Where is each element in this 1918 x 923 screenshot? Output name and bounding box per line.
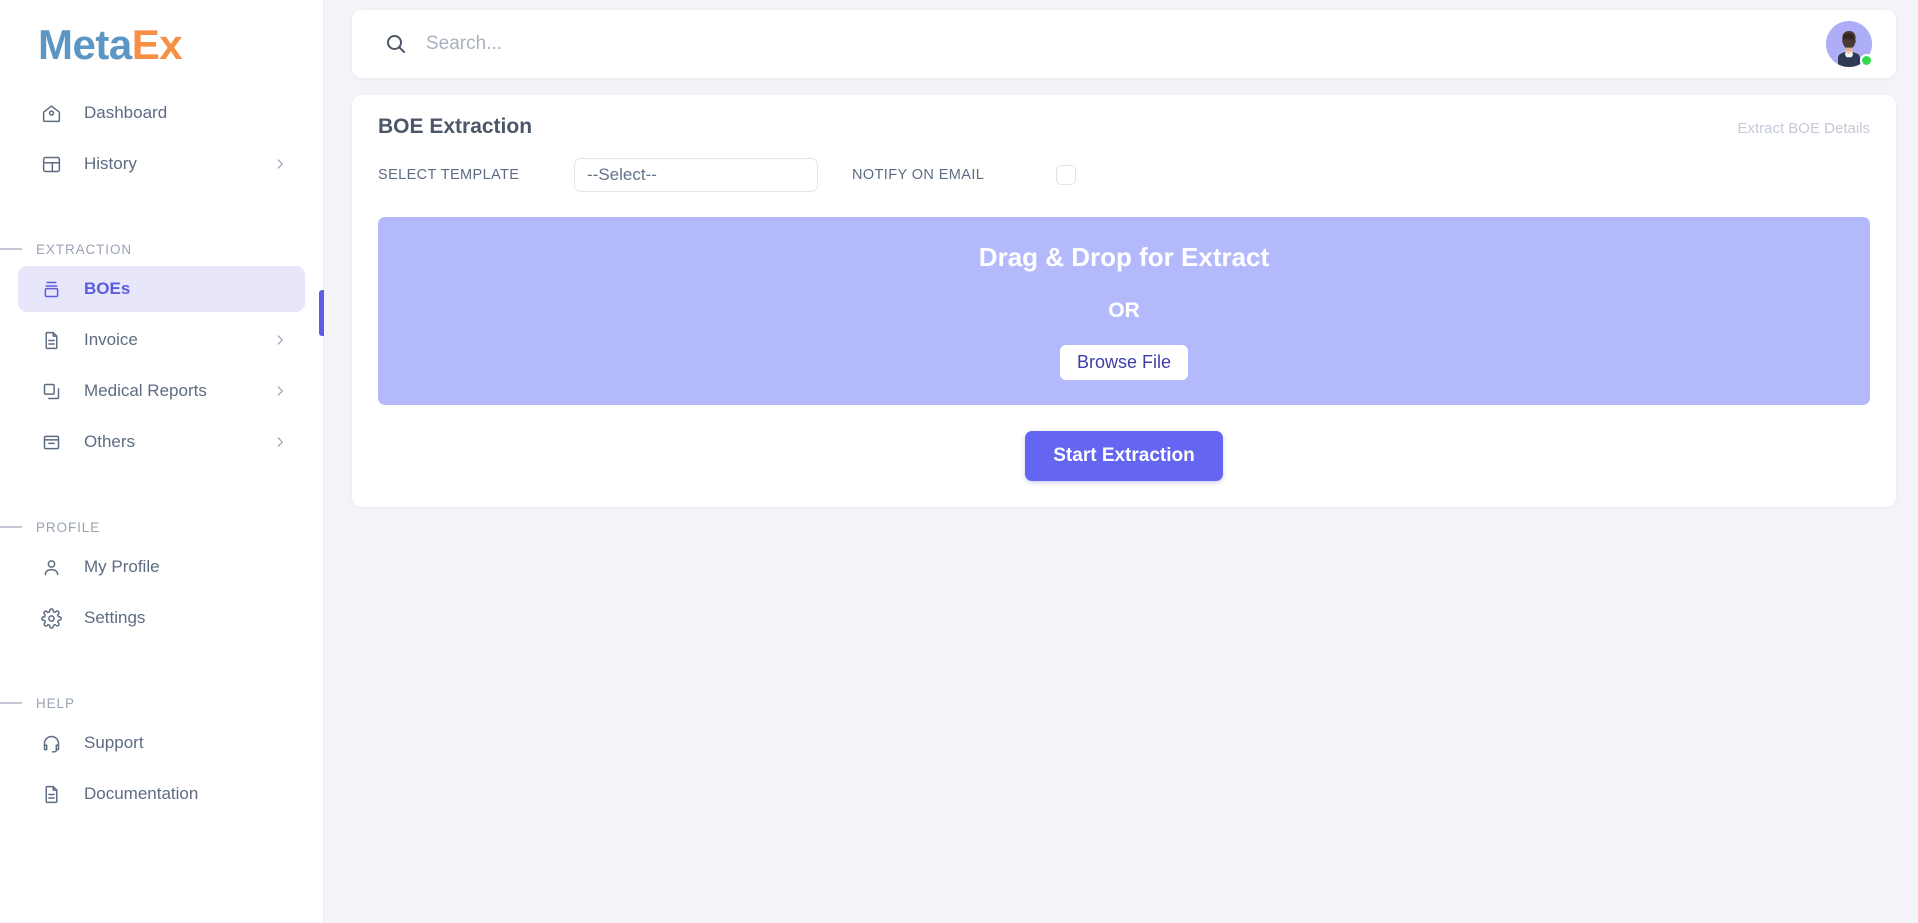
sidebar-section-profile: PROFILE [0,516,323,538]
archive-box-icon [40,278,62,300]
chevron-right-icon [273,435,287,449]
sidebar-section-extraction: EXTRACTION [0,238,323,260]
sidebar-item-label: Support [84,733,144,753]
document-text-icon [40,783,62,805]
sidebar-section-help: HELP [0,692,323,714]
sidebar-item-boes[interactable]: BOEs [18,266,305,313]
chevron-right-icon [273,333,287,347]
sidebar-nav-top: Dashboard History [0,90,323,187]
sidebar-item-label: My Profile [84,557,160,577]
cta-row: Start Extraction [378,431,1870,481]
search-input[interactable] [426,33,686,55]
section-title: HELP [36,695,75,711]
document-text-icon [40,329,62,351]
avatar[interactable] [1826,21,1873,67]
logo-text-primary: Meta [38,21,132,68]
sidebar-item-dashboard[interactable]: Dashboard [18,90,305,136]
sidebar-item-documentation[interactable]: Documentation [18,771,305,817]
logo-text-accent: Ex [131,21,183,68]
layout-icon [40,153,62,175]
sidebar-item-label: History [84,154,137,174]
active-item-indicator [319,290,324,336]
search-icon [384,32,408,56]
gear-icon [40,607,62,629]
sidebar-item-invoice[interactable]: Invoice [18,317,305,363]
section-divider [0,526,22,528]
sidebar-item-medical-reports[interactable]: Medical Reports [18,368,305,414]
chevron-right-icon [273,384,287,398]
sidebar-item-label: Invoice [84,330,138,350]
sidebar: MetaEx Dashboard History EXTRACTION BOEs… [0,0,324,923]
template-select[interactable]: --Select-- [574,158,818,192]
notify-on-email-checkbox[interactable] [1056,165,1077,185]
topbar [352,10,1896,78]
status-dot-online [1860,54,1873,67]
page-title: BOE Extraction [378,115,533,138]
section-divider [0,702,22,704]
main-content: BOE Extraction Extract BOE Details SELEC… [324,0,1918,923]
file-dropzone[interactable]: Drag & Drop for Extract OR Browse File [378,217,1870,405]
sidebar-item-my-profile[interactable]: My Profile [18,544,305,590]
section-title: PROFILE [36,519,101,535]
sidebar-item-label: Medical Reports [84,381,207,401]
card-header: BOE Extraction Extract BOE Details [378,115,1870,139]
template-select-value: --Select-- [587,165,657,184]
dropzone-title: Drag & Drop for Extract [978,242,1270,272]
app-root: MetaEx Dashboard History EXTRACTION BOEs… [0,0,1918,923]
app-logo[interactable]: MetaEx [0,0,323,68]
chevron-right-icon [273,157,287,171]
search-container[interactable] [384,32,1826,56]
archive-icon [40,431,62,453]
section-title: EXTRACTION [36,241,133,257]
sidebar-item-label: Dashboard [84,103,168,123]
browse-file-button[interactable]: Browse File [1059,345,1189,380]
copy-icon [40,380,62,402]
sidebar-item-label: Settings [84,608,146,628]
home-icon [40,102,62,124]
notify-on-email-label: NOTIFY ON EMAIL [852,167,985,183]
form-row: SELECT TEMPLATE --Select-- NOTIFY ON EMA… [378,158,1870,192]
sidebar-item-history[interactable]: History [18,141,305,187]
select-template-label: SELECT TEMPLATE [378,167,520,183]
section-divider [0,248,22,250]
boe-extraction-card: BOE Extraction Extract BOE Details SELEC… [352,95,1896,507]
sidebar-item-label: BOEs [84,279,131,299]
sidebar-item-settings[interactable]: Settings [18,595,305,641]
dropzone-or-text: OR [1108,299,1140,322]
sidebar-item-label: Others [84,432,136,452]
sidebar-item-label: Documentation [84,784,199,804]
sidebar-item-support[interactable]: Support [18,720,305,766]
sidebar-item-others[interactable]: Others [18,419,305,465]
headset-icon [40,732,62,754]
card-subtitle: Extract BOE Details [1737,120,1870,137]
start-extraction-button[interactable]: Start Extraction [1025,431,1223,481]
user-icon [40,556,62,578]
